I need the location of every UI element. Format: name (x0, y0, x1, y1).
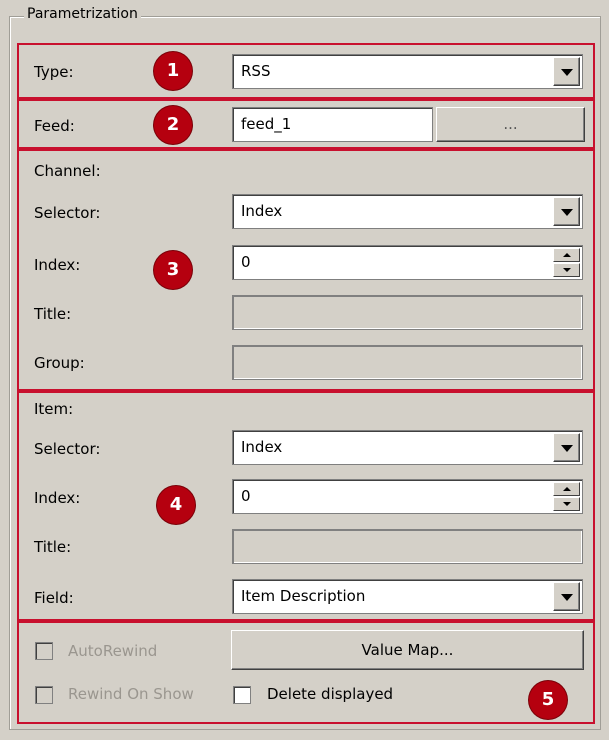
group-title: Parametrization (24, 6, 141, 22)
delete-displayed-checkbox[interactable] (233, 686, 251, 704)
channel-title-field (232, 295, 583, 330)
item-index-label: Index: (34, 489, 81, 507)
item-field-dropdown-button[interactable] (553, 582, 580, 611)
channel-selector-value: Index (241, 202, 283, 220)
spin-down-button[interactable] (553, 263, 580, 277)
item-header: Item: (34, 400, 74, 418)
channel-index-stepper[interactable]: 0 (232, 245, 583, 280)
item-selector-dropdown[interactable]: Index (232, 430, 583, 465)
badge-3: 3 (154, 251, 192, 289)
badge-2: 2 (154, 106, 192, 144)
channel-selector-label: Selector: (34, 204, 101, 222)
channel-selector-dropdown-button[interactable] (553, 197, 580, 226)
spin-down-button[interactable] (553, 497, 580, 511)
badge-1: 1 (154, 52, 192, 90)
spin-up-button[interactable] (553, 482, 580, 496)
channel-index-value: 0 (241, 253, 251, 271)
feed-value: feed_1 (241, 115, 292, 133)
type-label: Type: (34, 63, 74, 81)
item-field-label: Field: (34, 589, 74, 607)
chevron-down-icon (561, 209, 573, 216)
channel-index-label: Index: (34, 256, 81, 274)
badge-5: 5 (529, 681, 567, 719)
feed-label: Feed: (34, 117, 75, 135)
item-index-stepper[interactable]: 0 (232, 479, 583, 514)
chevron-down-icon (561, 594, 573, 601)
channel-selector-dropdown[interactable]: Index (232, 194, 583, 229)
item-title-field (232, 529, 583, 564)
chevron-down-icon (561, 69, 573, 76)
item-selector-dropdown-button[interactable] (553, 433, 580, 462)
arrow-down-icon (563, 502, 571, 506)
type-dropdown-button[interactable] (553, 57, 580, 86)
channel-title-label: Title: (34, 305, 72, 323)
item-selector-label: Selector: (34, 440, 101, 458)
arrow-up-icon (563, 487, 571, 491)
autorewind-label: AutoRewind (68, 642, 158, 660)
autorewind-checkbox[interactable] (35, 642, 53, 660)
item-title-label: Title: (34, 538, 72, 556)
rewind-on-show-checkbox[interactable] (35, 686, 53, 704)
badge-4: 4 (157, 486, 195, 524)
item-field-dropdown[interactable]: Item Description (232, 579, 583, 614)
channel-header: Channel: (34, 162, 101, 180)
delete-displayed-label: Delete displayed (267, 685, 394, 703)
channel-group-label: Group: (34, 354, 85, 372)
chevron-down-icon (561, 445, 573, 452)
item-index-value: 0 (241, 487, 251, 505)
item-field-value: Item Description (241, 587, 366, 605)
channel-group-field (232, 345, 583, 380)
spin-up-button[interactable] (553, 248, 580, 262)
type-value: RSS (241, 62, 271, 80)
arrow-up-icon (563, 253, 571, 257)
channel-index-spinner[interactable] (553, 248, 580, 277)
rewind-on-show-label: Rewind On Show (68, 685, 194, 703)
item-selector-value: Index (241, 438, 283, 456)
arrow-down-icon (563, 268, 571, 272)
value-map-button[interactable]: Value Map... (231, 630, 584, 670)
feed-input[interactable]: feed_1 (232, 107, 433, 142)
feed-browse-button[interactable]: ... (436, 107, 585, 142)
type-dropdown[interactable]: RSS (232, 54, 583, 89)
item-index-spinner[interactable] (553, 482, 580, 511)
